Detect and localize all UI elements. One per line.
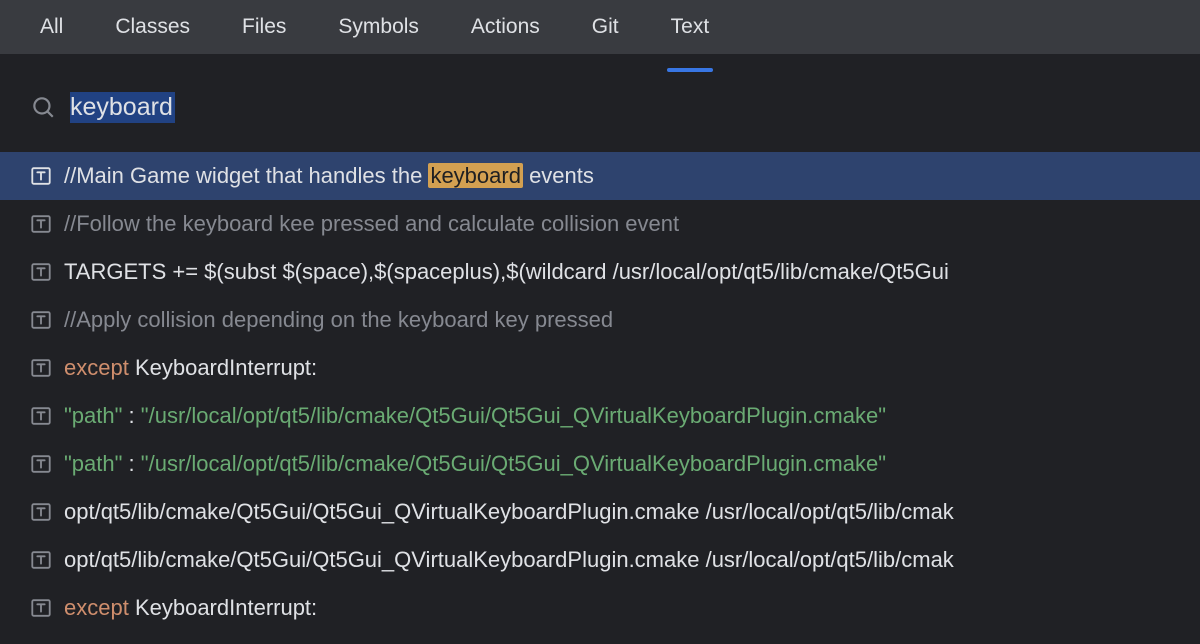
- tab-git[interactable]: Git: [592, 0, 619, 54]
- result-row[interactable]: "path" : "/usr/local/opt/qt5/lib/cmake/Q…: [0, 440, 1200, 488]
- text-result-icon: [30, 213, 52, 235]
- result-row[interactable]: except KeyboardInterrupt:: [0, 584, 1200, 632]
- result-text: "path" : "/usr/local/opt/qt5/lib/cmake/Q…: [64, 451, 886, 477]
- result-row[interactable]: //Main Game widget that handles the keyb…: [0, 152, 1200, 200]
- search-input[interactable]: keyboard: [70, 92, 1170, 123]
- result-text: //Follow the keyboard kee pressed and ca…: [64, 211, 679, 237]
- text-result-icon: [30, 549, 52, 571]
- result-text: except KeyboardInterrupt:: [64, 355, 317, 381]
- result-row[interactable]: except KeyboardInterrupt:: [0, 344, 1200, 392]
- tab-classes[interactable]: Classes: [115, 0, 190, 54]
- result-text: "path" : "/usr/local/opt/qt5/lib/cmake/Q…: [64, 403, 886, 429]
- text-result-icon: [30, 501, 52, 523]
- search-scope-tabbar: All Classes Files Symbols Actions Git Text: [0, 0, 1200, 54]
- text-result-icon: [30, 309, 52, 331]
- result-row[interactable]: //Follow the keyboard kee pressed and ca…: [0, 200, 1200, 248]
- tab-actions[interactable]: Actions: [471, 0, 540, 54]
- tab-text[interactable]: Text: [671, 0, 710, 54]
- result-text: //Main Game widget that handles the keyb…: [64, 163, 594, 189]
- result-text: TARGETS += $(subst $(space),$(spaceplus)…: [64, 259, 949, 285]
- results-list: //Main Game widget that handles the keyb…: [0, 152, 1200, 632]
- search-icon: [30, 94, 56, 120]
- text-result-icon: [30, 165, 52, 187]
- result-row[interactable]: "path" : "/usr/local/opt/qt5/lib/cmake/Q…: [0, 392, 1200, 440]
- text-result-icon: [30, 597, 52, 619]
- text-result-icon: [30, 261, 52, 283]
- text-result-icon: [30, 405, 52, 427]
- result-text: except KeyboardInterrupt:: [64, 595, 317, 621]
- result-row[interactable]: opt/qt5/lib/cmake/Qt5Gui/Qt5Gui_QVirtual…: [0, 488, 1200, 536]
- search-input-row: keyboard: [0, 76, 1200, 138]
- result-text: opt/qt5/lib/cmake/Qt5Gui/Qt5Gui_QVirtual…: [64, 547, 954, 573]
- result-row[interactable]: //Apply collision depending on the keybo…: [0, 296, 1200, 344]
- tab-files[interactable]: Files: [242, 0, 286, 54]
- result-row[interactable]: opt/qt5/lib/cmake/Qt5Gui/Qt5Gui_QVirtual…: [0, 536, 1200, 584]
- text-result-icon: [30, 453, 52, 475]
- result-text: //Apply collision depending on the keybo…: [64, 307, 613, 333]
- result-row[interactable]: TARGETS += $(subst $(space),$(spaceplus)…: [0, 248, 1200, 296]
- result-text: opt/qt5/lib/cmake/Qt5Gui/Qt5Gui_QVirtual…: [64, 499, 954, 525]
- text-result-icon: [30, 357, 52, 379]
- search-query-text: keyboard: [70, 92, 175, 123]
- tab-all[interactable]: All: [40, 0, 63, 54]
- tab-symbols[interactable]: Symbols: [338, 0, 419, 54]
